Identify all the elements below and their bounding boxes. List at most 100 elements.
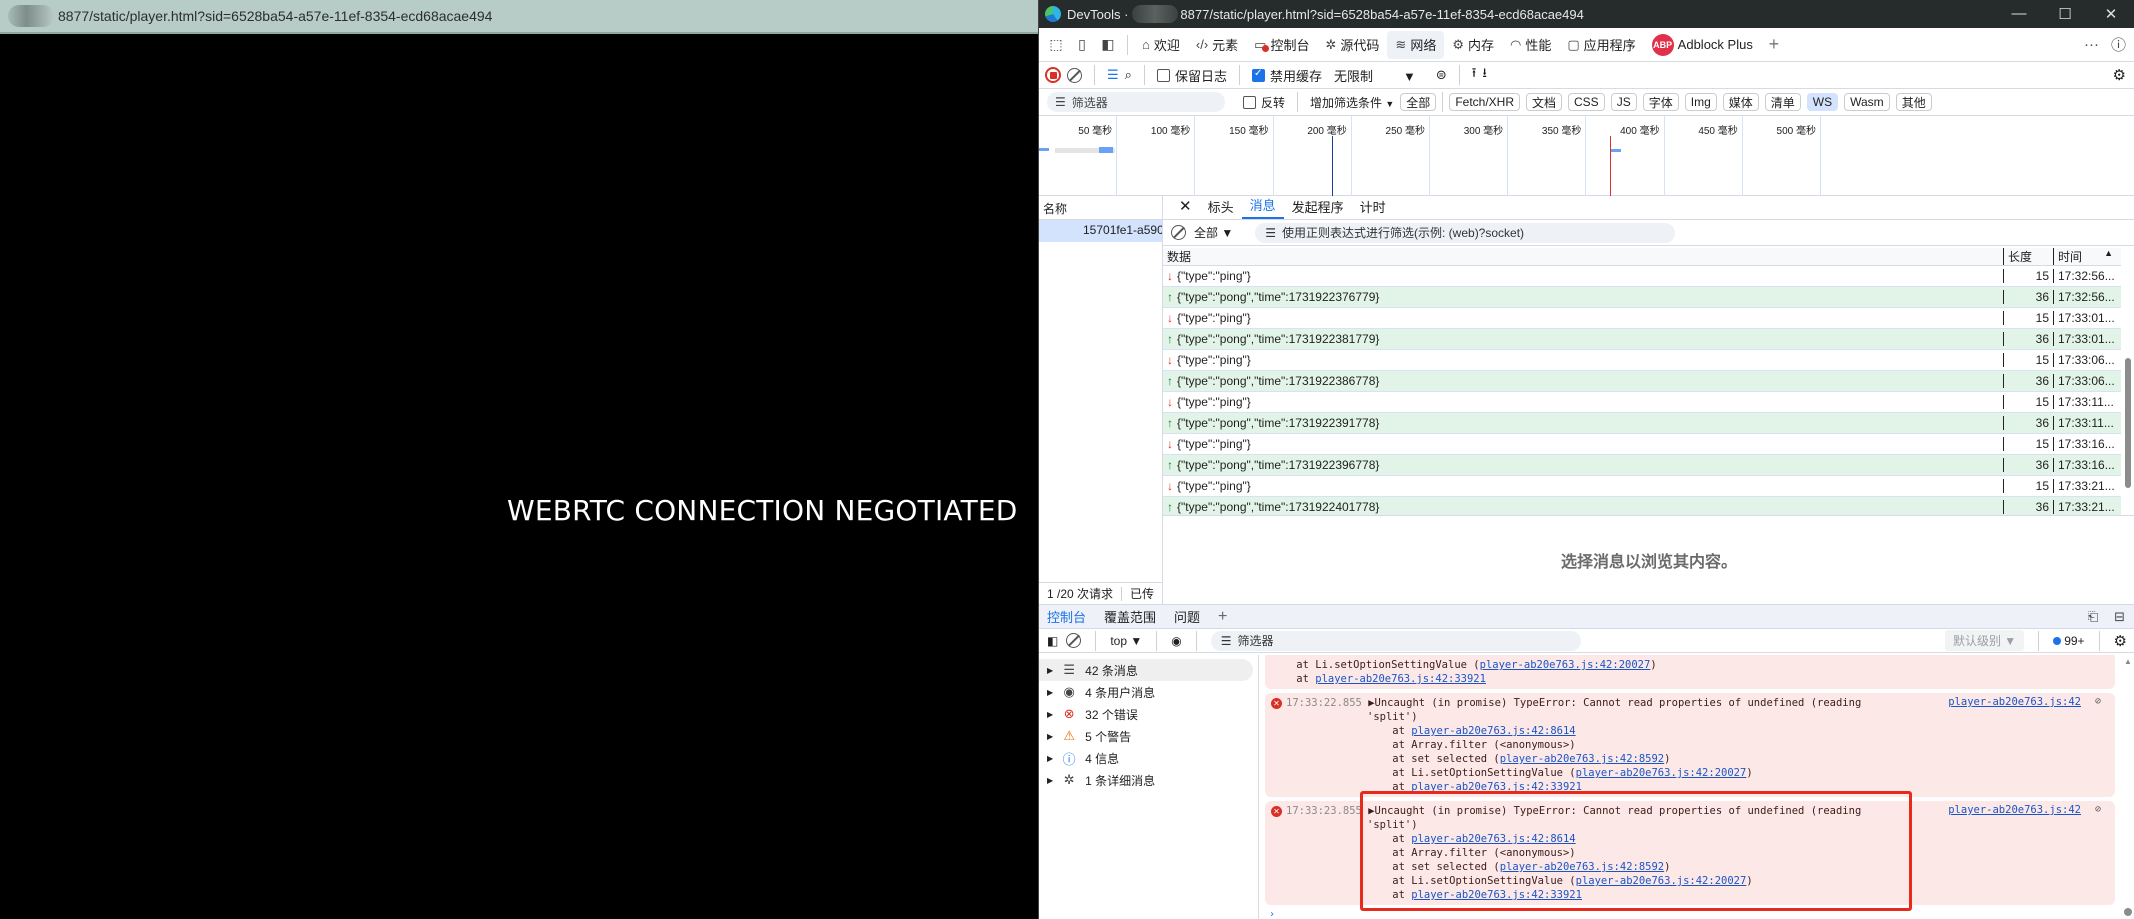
message-row[interactable]: ↑ {"type":"pong","time":1731922381779} 36 1…	[1163, 329, 2134, 350]
tab-elements[interactable]: ‹/› 元素	[1188, 31, 1246, 59]
tab-application[interactable]: ▢ 应用程序	[1559, 31, 1643, 59]
help-icon[interactable]: ⓘ	[2111, 34, 2126, 55]
tab-welcome[interactable]: ⌂ 欢迎	[1134, 31, 1188, 59]
dock-drawer-icon[interactable]: ⊟	[2114, 609, 2125, 625]
console-sidebar-item[interactable]: ▶ ☰ 42 条消息	[1039, 659, 1253, 681]
clear-messages-icon[interactable]	[1171, 225, 1186, 240]
message-row[interactable]: ↓ {"type":"ping"} 15 17:33:06....	[1163, 350, 2134, 371]
type-chip-other[interactable]: 其他	[1895, 93, 1932, 111]
filter-toggle-icon[interactable]: ☰	[1107, 67, 1119, 83]
network-overview-timeline[interactable]: 50 毫秒 100 毫秒 150 毫秒 200 毫秒 250 毫秒 300 毫秒 350 毫…	[1039, 116, 2134, 196]
message-row[interactable]: ↓ {"type":"ping"} 15 17:33:16....	[1163, 434, 2134, 455]
ignore-list-icon[interactable]: ⊘	[2095, 804, 2101, 815]
issues-counter[interactable]: 99+	[2053, 634, 2085, 648]
move-to-top-icon[interactable]: ⎗	[2088, 609, 2098, 625]
network-conditions-icon[interactable]: ⊜	[1436, 67, 1447, 83]
console-error-entry[interactable]: ✕ 17:33:22.855 ▶Uncaught (in promise) Typ…	[1265, 693, 2115, 797]
search-icon[interactable]: ⌕	[1125, 67, 1132, 83]
scroll-up-icon[interactable]: ▲	[2124, 657, 2132, 666]
import-har-icon[interactable]: ⭱	[1472, 64, 1477, 86]
add-tab-icon[interactable]: +	[1761, 32, 1787, 58]
message-row[interactable]: ↑ {"type":"pong","time":1731922396778} 36 1…	[1163, 455, 2134, 476]
message-row[interactable]: ↑ {"type":"pong","time":1731922376779} 36 1…	[1163, 287, 2134, 308]
type-chip-doc[interactable]: 文档	[1526, 93, 1563, 111]
more-filters-dropdown[interactable]: 增加筛选条件 ▼	[1310, 94, 1394, 111]
tab-timing[interactable]: 计时	[1352, 197, 1394, 219]
scrollbar-thumb[interactable]	[2124, 908, 2132, 916]
live-expression-eye-icon[interactable]: ◉	[1171, 634, 1181, 648]
clear-console-icon[interactable]	[1066, 633, 1082, 648]
tab-console[interactable]: ▭ 控制台	[1246, 31, 1317, 59]
tab-performance[interactable]: ◠ 性能	[1502, 31, 1559, 59]
source-link[interactable]: player-ab20e763.js:42:20027	[1576, 767, 1747, 779]
clear-icon[interactable]	[1067, 67, 1082, 83]
ignore-list-icon[interactable]: ⊘	[2095, 696, 2101, 707]
drawer-tab-coverage[interactable]: 覆盖范围	[1104, 607, 1156, 626]
console-filter-input[interactable]: ☰ 筛选器	[1210, 630, 1581, 651]
record-stop-button[interactable]	[1045, 67, 1061, 83]
tab-sources[interactable]: ✲ 源代码	[1317, 31, 1387, 59]
type-chip-wasm[interactable]: Wasm	[1844, 93, 1890, 111]
console-sidebar-item[interactable]: ▶ ⊗ 32 个错误	[1039, 703, 1258, 725]
name-column-header[interactable]: 名称	[1039, 196, 1162, 220]
message-row[interactable]: ↓ {"type":"ping"} 15 17:32:56....	[1163, 266, 2134, 287]
message-row[interactable]: ↓ {"type":"ping"} 15 17:33:01....	[1163, 308, 2134, 329]
invert-checkbox[interactable]: 反转	[1243, 94, 1285, 111]
source-link[interactable]: player-ab20e763.js:42:20027	[1576, 875, 1747, 887]
preserve-log-checkbox[interactable]: 保留日志	[1156, 66, 1227, 85]
type-chip-ws[interactable]: WS	[1806, 93, 1839, 111]
message-row[interactable]: ↑ {"type":"pong","time":1731922391778} 36 1…	[1163, 413, 2134, 434]
device-toolbar-icon[interactable]: ▯	[1069, 32, 1095, 58]
error-source-link[interactable]: player-ab20e763.js:42	[1948, 804, 2081, 816]
tab-network[interactable]: ≋ 网络	[1387, 30, 1445, 59]
expand-triangle-icon[interactable]: ▶	[1047, 754, 1053, 763]
type-chip-all[interactable]: 全部	[1400, 93, 1437, 111]
tab-memory[interactable]: ⚙ 内存	[1444, 31, 1502, 59]
type-chip-js[interactable]: JS	[1610, 93, 1637, 111]
expand-triangle-icon[interactable]: ▶	[1047, 688, 1053, 697]
disable-cache-checkbox[interactable]: 禁用缓存	[1251, 66, 1322, 85]
console-sidebar-item[interactable]: ▶ ✲ 1 条详细消息	[1039, 769, 1258, 791]
error-source-link[interactable]: player-ab20e763.js:42	[1948, 696, 2081, 708]
source-link[interactable]: player-ab20e763.js:42:8614	[1411, 833, 1575, 845]
messages-scrollbar[interactable]	[2121, 248, 2134, 515]
expand-triangle-icon[interactable]: ▶	[1047, 776, 1053, 785]
message-row[interactable]: ↑ {"type":"pong","time":1731922386778} 36 1…	[1163, 371, 2134, 392]
console-settings-gear-icon[interactable]: ⚙	[2114, 632, 2127, 650]
expand-triangle-icon[interactable]: ▶	[1047, 732, 1053, 741]
source-link[interactable]: player-ab20e763.js:42:33921	[1411, 781, 1582, 793]
column-header-length[interactable]: 长度	[2003, 248, 2053, 265]
source-link[interactable]: player-ab20e763.js:42:20027	[1480, 659, 1651, 671]
request-row[interactable]: 15701fe1-a590-...	[1039, 220, 1162, 242]
type-chip-font[interactable]: 字体	[1642, 93, 1679, 111]
close-button[interactable]: ✕	[2088, 5, 2134, 23]
console-sidebar-item[interactable]: ▶ ⚠ 5 个警告	[1039, 725, 1258, 747]
drawer-tab-console[interactable]: 控制台	[1047, 607, 1086, 626]
more-options-icon[interactable]: ···	[2084, 36, 2099, 53]
dock-side-icon[interactable]: ◧	[1095, 32, 1121, 58]
column-header-time[interactable]: 时间 ▲	[2053, 248, 2115, 265]
console-sidebar-item[interactable]: ▶ ⓘ 4 信息	[1039, 747, 1258, 769]
drawer-tab-issues[interactable]: 问题	[1174, 607, 1200, 626]
console-sidebar-item[interactable]: ▶ ◉ 4 条用户消息	[1039, 681, 1258, 703]
source-link[interactable]: player-ab20e763.js:42:8592	[1500, 753, 1664, 765]
console-error-entry[interactable]: ✕ 17:33:23.855 ▶Uncaught (in promise) Typ…	[1265, 801, 2115, 905]
tab-initiator[interactable]: 发起程序	[1284, 197, 1352, 219]
expand-triangle-icon[interactable]: ▶	[1047, 710, 1053, 719]
console-prompt[interactable]: ›	[1261, 909, 2121, 919]
message-row[interactable]: ↓ {"type":"ping"} 15 17:33:11....	[1163, 392, 2134, 413]
column-header-data[interactable]: 数据	[1163, 248, 2003, 265]
error-message[interactable]: ▶Uncaught (in promise) TypeError: Cannot…	[1368, 805, 1861, 817]
expand-triangle-icon[interactable]: ▶	[1047, 666, 1053, 675]
filter-input[interactable]: ☰ 筛选器	[1047, 92, 1225, 112]
tab-messages[interactable]: 消息	[1241, 195, 1284, 219]
type-chip-css[interactable]: CSS	[1568, 93, 1605, 111]
message-regex-filter-input[interactable]: ☰ 使用正则表达式进行筛选(示例: (web)?socket)	[1255, 222, 1676, 243]
source-link[interactable]: player-ab20e763.js:42:8614	[1411, 725, 1575, 737]
close-detail-icon[interactable]: ✕	[1171, 197, 1200, 219]
throttle-select[interactable]: 无限制 ▼	[1334, 66, 1416, 85]
log-levels-dropdown[interactable]: 默认级别 ▼	[1944, 630, 2025, 651]
console-scrollbar[interactable]: ▲	[2121, 655, 2134, 919]
source-link[interactable]: player-ab20e763.js:42:8592	[1500, 861, 1664, 873]
context-select[interactable]: top ▼	[1110, 634, 1142, 648]
